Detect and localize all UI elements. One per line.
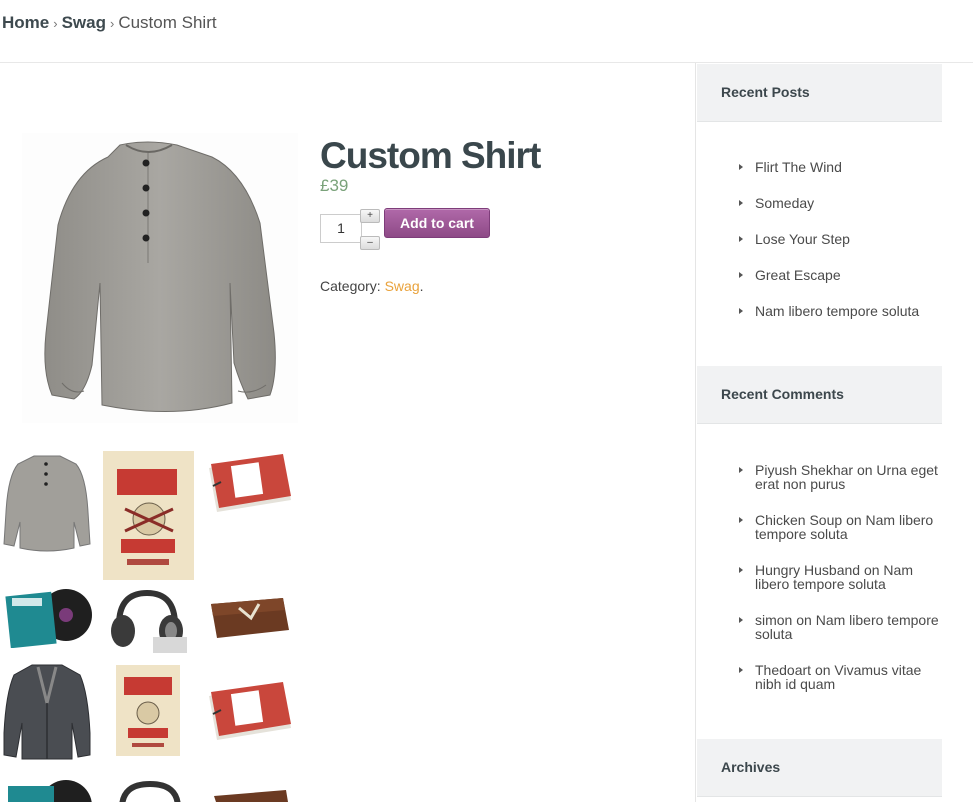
breadcrumb-separator: ›: [53, 16, 58, 31]
list-item: Great Escape: [738, 268, 943, 282]
recent-post-link[interactable]: Flirt The Wind: [755, 159, 842, 175]
thumbnail-leather-wallet[interactable]: [210, 786, 290, 802]
recent-comments-header: Recent Comments: [697, 366, 942, 424]
product-category: Category: Swag.: [320, 278, 424, 294]
list-item: Someday: [738, 196, 943, 210]
archives-title: Archives: [721, 759, 781, 775]
recent-comments-title: Recent Comments: [721, 386, 844, 402]
quantity-decrease-button[interactable]: –: [360, 236, 380, 250]
list-item: Thedoart on Vivamus vitae nibh id quam: [738, 663, 943, 691]
comment-on-text: on: [796, 612, 812, 628]
breadcrumb-separator: ›: [109, 16, 115, 31]
recent-post-link[interactable]: Nam libero tempore soluta: [755, 303, 919, 319]
thumbnail-shirt[interactable]: [2, 452, 92, 556]
thumbnail-vinyl-records[interactable]: [2, 776, 92, 802]
category-label: Category:: [320, 278, 381, 294]
sidebar-divider: [695, 63, 696, 802]
product-main-image[interactable]: [22, 133, 298, 423]
list-item: Hungry Husband on Nam libero tempore sol…: [738, 563, 943, 591]
quantity-increase-button[interactable]: +: [360, 209, 380, 223]
list-item: Lose Your Step: [738, 232, 943, 246]
thumbnail-headphones[interactable]: [105, 585, 189, 655]
thumbnail-leather-wallet[interactable]: [207, 594, 291, 642]
breadcrumb-swag-link[interactable]: Swag: [62, 13, 106, 32]
recent-posts-title: Recent Posts: [721, 84, 810, 100]
header-divider: [0, 62, 973, 63]
thumbnail-rock-festival-poster[interactable]: [116, 665, 180, 756]
breadcrumb-current: Custom Shirt: [118, 13, 217, 32]
comment-on-text: on: [856, 462, 873, 478]
product-price: £39: [320, 176, 349, 195]
recent-post-link[interactable]: Great Escape: [755, 267, 841, 283]
recent-posts-header: Recent Posts: [697, 64, 942, 122]
add-to-cart-button[interactable]: Add to cart: [384, 208, 490, 238]
breadcrumb: Home › Swag › Custom Shirt: [2, 13, 217, 33]
list-item: Piyush Shekhar on Urna eget erat non pur…: [738, 463, 943, 491]
thumbnail-headphones[interactable]: [110, 778, 190, 802]
quantity-input[interactable]: 1: [320, 214, 362, 243]
recent-comments-list: Piyush Shekhar on Urna eget erat non pur…: [738, 463, 943, 691]
list-item: simon on Nam libero tempore soluta: [738, 613, 943, 641]
thumbnail-rock-festival-poster[interactable]: [103, 451, 194, 580]
thumbnail-jacket[interactable]: [2, 663, 92, 761]
list-item: Nam libero tempore soluta: [738, 304, 943, 318]
recent-post-link[interactable]: Someday: [755, 195, 814, 211]
comment-on-text: on: [846, 512, 862, 528]
archives-header: Archives: [697, 739, 942, 797]
product-title: Custom Shirt: [320, 135, 541, 176]
category-link-swag[interactable]: Swag: [385, 278, 420, 294]
thumbnail-vinyl-records[interactable]: [2, 582, 92, 648]
list-item: Flirt The Wind: [738, 160, 943, 174]
thumbnail-photo-album[interactable]: [205, 680, 293, 746]
recent-post-link[interactable]: Lose Your Step: [755, 231, 850, 247]
list-item: Chicken Soup on Nam libero tempore solut…: [738, 513, 943, 541]
breadcrumb-home-link[interactable]: Home: [2, 13, 49, 32]
category-end: .: [419, 278, 424, 294]
thumbnail-photo-album[interactable]: [205, 452, 293, 518]
recent-posts-list: Flirt The Wind Someday Lose Your Step Gr…: [738, 160, 943, 318]
